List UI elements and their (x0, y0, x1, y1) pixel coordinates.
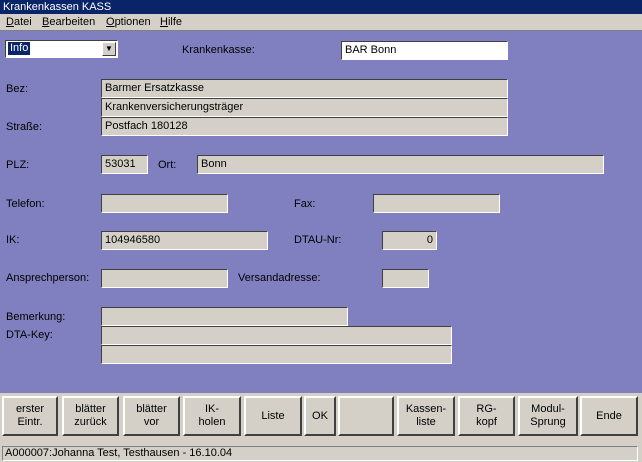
telefon-field[interactable] (101, 194, 228, 213)
view-select[interactable]: Info ▼ (5, 40, 118, 58)
first-entry-button[interactable]: erster Eintr. (2, 396, 58, 436)
rg-kopf-button[interactable]: RG- kopf (458, 396, 515, 436)
ende-button[interactable]: Ende (580, 396, 638, 436)
status-bar: A000007:Johanna Test, Testhausen - 16.10… (0, 445, 642, 462)
chevron-down-icon[interactable]: ▼ (102, 42, 116, 56)
menu-bar: Datei Bearbeiten Optionen Hilfe (0, 14, 642, 31)
ik-field[interactable]: 104946580 (101, 231, 268, 250)
ik-label: IK: (6, 234, 20, 246)
plz-field[interactable]: 53031 (101, 155, 148, 174)
ansprechperson-field[interactable] (101, 269, 228, 288)
plz-label: PLZ: (6, 159, 30, 171)
dtakey-label: DTA-Key: (6, 329, 53, 341)
versandadresse-field[interactable] (382, 269, 429, 288)
ok-button[interactable]: OK (304, 396, 336, 436)
dtau-field[interactable]: 0 (382, 231, 437, 250)
ort-label: Ort: (158, 159, 177, 171)
modul-sprung-button[interactable]: Modul- Sprung (518, 396, 578, 436)
strasse-label: Straße: (6, 121, 43, 133)
strasse-field[interactable]: Postfach 180128 (101, 117, 508, 136)
fax-label: Fax: (294, 198, 316, 210)
view-select-value: Info (8, 42, 31, 55)
ansprechperson-label: Ansprechperson: (6, 272, 90, 284)
dtakey-line1-field[interactable] (101, 326, 452, 345)
kassenliste-button[interactable]: Kassen- liste (397, 396, 455, 436)
menu-optionen[interactable]: Optionen (104, 15, 153, 30)
form-panel: Info ▼ Krankenkasse: BAR Bonn Bez: Barme… (0, 31, 642, 393)
page-back-button[interactable]: blätter zurück (62, 396, 119, 436)
bemerkung-field[interactable] (101, 307, 348, 326)
title-bar: Krankenkassen KASS (0, 0, 642, 14)
bemerkung-label: Bemerkung: (6, 311, 66, 323)
krankenkasse-label: Krankenkasse: (182, 44, 255, 56)
krankenkasse-input[interactable]: BAR Bonn (341, 41, 508, 60)
liste-button[interactable]: Liste (244, 396, 302, 436)
status-text: A000007:Johanna Test, Testhausen - 16.10… (2, 446, 638, 461)
fax-field[interactable] (373, 194, 500, 213)
dtau-label: DTAU-Nr: (294, 234, 342, 246)
telefon-label: Telefon: (6, 198, 45, 210)
menu-datei[interactable]: Datei (4, 15, 34, 30)
bez-line1-field[interactable]: Barmer Ersatzkasse (101, 79, 508, 98)
ort-field[interactable]: Bonn (197, 155, 604, 174)
menu-hilfe[interactable]: Hilfe (158, 15, 184, 30)
bez-line2-field[interactable]: Krankenversicherungsträger (101, 98, 508, 117)
blank-button[interactable] (338, 396, 394, 436)
versandadresse-label: Versandadresse: (238, 272, 321, 284)
bez-label: Bez: (6, 83, 29, 95)
menu-bearbeiten[interactable]: Bearbeiten (40, 15, 97, 30)
dtakey-line2-field[interactable] (101, 345, 452, 364)
ik-holen-button[interactable]: IK- holen (183, 396, 241, 436)
page-forward-button[interactable]: blätter vor (123, 396, 180, 436)
window-title: Krankenkassen KASS (3, 1, 112, 13)
button-bar: erster Eintr. blätter zurück blätter vor… (0, 393, 642, 442)
